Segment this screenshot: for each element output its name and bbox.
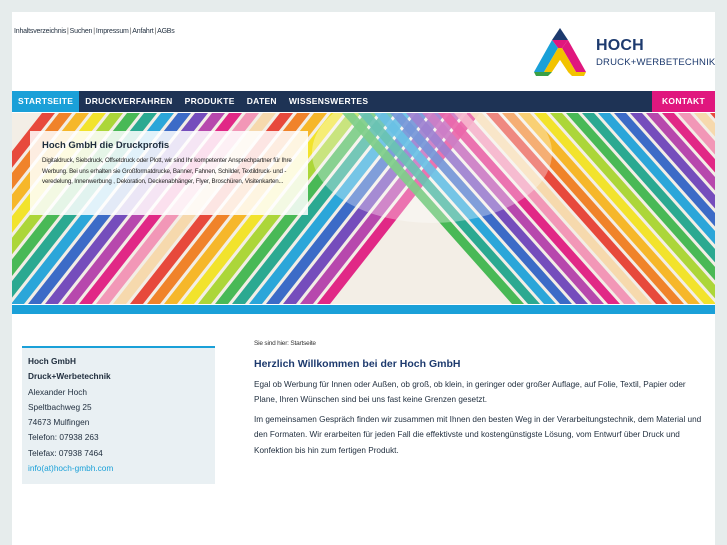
toplink-anfahrt[interactable]: Anfahrt bbox=[132, 28, 153, 35]
content-area: Hoch GmbH Druck+Werbetechnik Alexander H… bbox=[12, 314, 715, 545]
contact-company: Hoch GmbH bbox=[28, 356, 76, 366]
logo-subtitle: DRUCK+WERBETECHNIK bbox=[596, 57, 715, 68]
nav-item-daten[interactable]: DATEN bbox=[241, 91, 283, 112]
logo-name: HOCH bbox=[596, 37, 644, 54]
contact-box: Hoch GmbH Druck+Werbetechnik Alexander H… bbox=[22, 346, 215, 484]
toplink-agbs[interactable]: AGBs bbox=[157, 28, 175, 35]
intro-paragraph-2: Im gemeinsamen Gespräch finden wir zusam… bbox=[254, 415, 702, 455]
contact-fax: Telefax: 07938 7464 bbox=[28, 447, 103, 458]
nav-item-kontakt[interactable]: KONTAKT bbox=[651, 91, 715, 112]
intro-title: Hoch GmbH die Druckprofis bbox=[42, 140, 170, 151]
page: Inhaltsverzeichnis|Suchen|Impressum|Anfa… bbox=[12, 12, 715, 545]
intro-paragraph-1: Egal ob Werbung für Innen oder Außen, ob… bbox=[254, 380, 686, 405]
toplink-impressum[interactable]: Impressum bbox=[96, 28, 129, 35]
top-links: Inhaltsverzeichnis|Suchen|Impressum|Anfa… bbox=[14, 28, 175, 35]
logo-triangle-icon bbox=[534, 28, 586, 76]
contact-phone: Telefon: 07938 263 bbox=[28, 432, 99, 443]
toplink-suchen[interactable]: Suchen bbox=[70, 28, 93, 35]
nav-item-wissenswertes[interactable]: WISSENSWERTES bbox=[283, 91, 374, 112]
toplink-inhaltsverzeichnis[interactable]: Inhaltsverzeichnis bbox=[14, 28, 66, 35]
contact-city: 74673 Mulfingen bbox=[28, 417, 90, 428]
intro-text: Digitaldruck, Siebdruck, Offsetdruck ode… bbox=[42, 157, 292, 185]
divider-bar bbox=[12, 305, 715, 314]
nav-item-produkte[interactable]: PRODUKTE bbox=[179, 91, 241, 112]
nav-item-startseite[interactable]: STARTSEITE bbox=[12, 91, 80, 112]
contact-street: Speltbachweg 25 bbox=[28, 401, 92, 412]
page-title: Herzlich Willkommen bei der Hoch GmbH bbox=[254, 358, 461, 370]
breadcrumb: Sie sind hier: Startseite bbox=[254, 340, 316, 347]
contact-company-sub: Druck+Werbetechnik bbox=[28, 371, 111, 382]
intro-box: Hoch GmbH die Druckprofis Digitaldruck, … bbox=[30, 131, 308, 215]
company-logo[interactable]: HOCH DRUCK+WERBETECHNIK bbox=[532, 26, 715, 78]
contact-person: Alexander Hoch bbox=[28, 386, 88, 397]
nav-item-druckverfahren[interactable]: DRUCKVERFAHREN bbox=[79, 91, 178, 112]
contact-email-link[interactable]: info(at)hoch-gmbh.com bbox=[28, 463, 113, 473]
hero-banner: Hoch GmbH die Druckprofis Digitaldruck, … bbox=[12, 113, 715, 304]
main-nav: STARTSEITE DRUCKVERFAHREN PRODUKTE DATEN… bbox=[12, 91, 715, 112]
